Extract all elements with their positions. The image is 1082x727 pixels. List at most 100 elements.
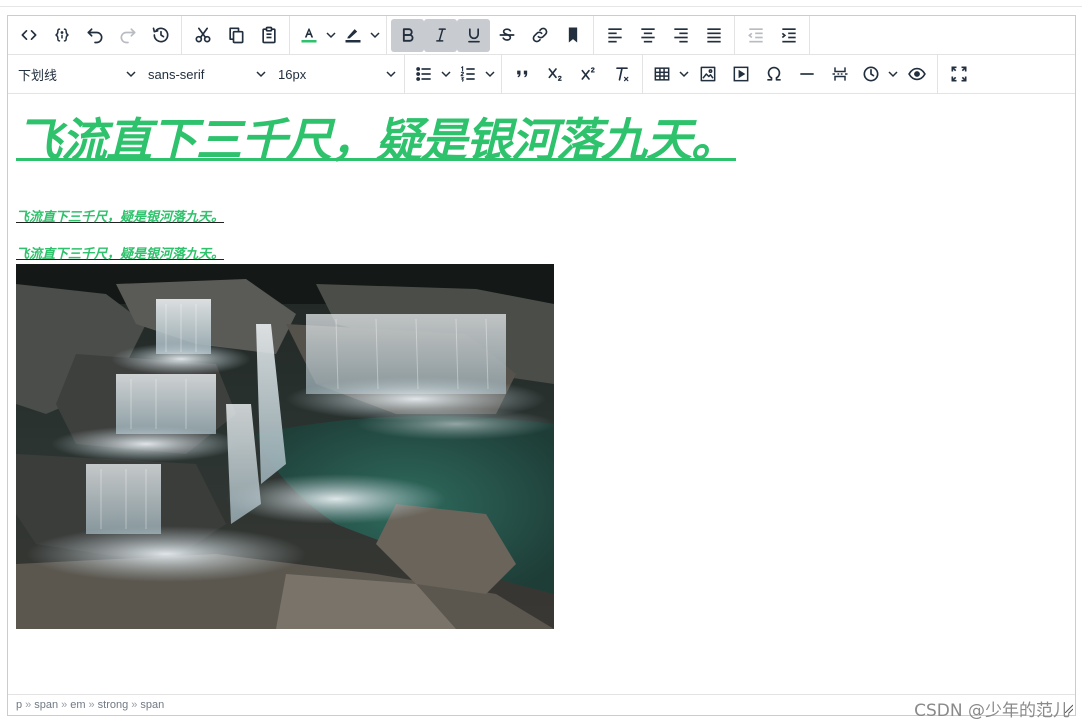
font-size-select[interactable]: 16px — [270, 58, 400, 91]
insert-media-button[interactable] — [724, 58, 757, 91]
chevron-down-icon — [485, 71, 495, 78]
code-sample-button[interactable] — [45, 19, 78, 52]
link-icon — [532, 27, 547, 43]
image-icon — [700, 66, 715, 82]
path-element-span[interactable]: span — [34, 699, 58, 711]
align-left-icon — [607, 28, 622, 43]
indent-button[interactable] — [772, 19, 805, 52]
paragraph-text[interactable]: 飞流直下三千尺，疑是银河落九天。 — [16, 243, 224, 262]
csdn-watermark: CSDN @少年的范儿 — [914, 701, 1070, 721]
chevron-down-icon — [326, 32, 336, 39]
quote-icon — [516, 70, 527, 78]
horizontal-line-icon — [799, 73, 814, 75]
horizontal-rule-button[interactable] — [790, 58, 823, 91]
toolbar-group-clipboard — [182, 16, 290, 54]
highlight-color-button[interactable] — [338, 19, 382, 52]
element-path: p» span» em» strong» span — [16, 699, 164, 711]
toolbar-group-align — [594, 16, 735, 54]
toolbar-group-format — [387, 16, 594, 54]
path-element-strong[interactable]: strong — [98, 699, 129, 711]
indent-icon — [781, 28, 796, 43]
page-break-button[interactable] — [823, 58, 856, 91]
align-center-icon — [640, 28, 655, 43]
preview-button[interactable] — [900, 58, 933, 91]
path-separator: » — [88, 699, 95, 711]
strikethrough-button[interactable] — [490, 19, 523, 52]
align-right-icon — [673, 28, 688, 43]
special-character-button[interactable] — [757, 58, 790, 91]
clock-icon — [863, 66, 879, 82]
anchor-button[interactable] — [556, 19, 589, 52]
chevron-down-icon — [386, 71, 396, 78]
link-button[interactable] — [523, 19, 556, 52]
justify-icon — [706, 28, 721, 43]
toolbar-row-secondary: 下划线 sans-serif 16px — [8, 55, 1075, 94]
history-icon — [152, 27, 168, 43]
toolbar-group-source — [8, 16, 182, 54]
paragraph-text[interactable]: 飞流直下三千尺，疑是银河落九天。 — [16, 206, 224, 225]
editor-content-area[interactable]: 飞流直下三千尺，疑是银河落九天。 飞流直下三千尺，疑是银河落九天。 飞流直下三千… — [8, 94, 1075, 695]
toolbar-group-inline — [502, 55, 643, 93]
align-right-button[interactable] — [664, 19, 697, 52]
source-code-button[interactable] — [12, 19, 45, 52]
bold-icon — [402, 28, 413, 42]
undo-icon — [87, 28, 102, 44]
eye-icon — [907, 67, 926, 81]
superscript-button[interactable] — [572, 58, 605, 91]
highlighter-icon — [345, 29, 361, 43]
path-element-p[interactable]: p — [16, 699, 22, 711]
superscript-icon — [581, 67, 595, 80]
copy-button[interactable] — [219, 19, 252, 52]
font-family-value: sans-serif — [148, 66, 205, 82]
insert-datetime-button[interactable] — [856, 58, 900, 91]
toolbar-group-insert — [643, 55, 938, 93]
bullet-list-button[interactable] — [409, 58, 453, 91]
undo-button[interactable] — [78, 19, 111, 52]
cut-button[interactable] — [186, 19, 219, 52]
chevron-down-icon — [370, 32, 380, 39]
waterfall-image-graphic — [16, 264, 554, 629]
bookmark-icon — [568, 27, 577, 43]
strikethrough-icon — [499, 28, 514, 41]
block-format-select[interactable]: 下划线 — [10, 58, 140, 91]
page-break-icon — [832, 67, 847, 81]
fullscreen-button[interactable] — [942, 58, 975, 91]
table-icon — [654, 67, 670, 81]
chevron-down-icon — [441, 71, 451, 78]
text-color-button[interactable] — [294, 19, 338, 52]
paste-button[interactable] — [252, 19, 285, 52]
bullet-list-icon — [416, 67, 431, 81]
omega-icon — [766, 66, 781, 81]
align-left-button[interactable] — [598, 19, 631, 52]
bold-button[interactable] — [391, 18, 424, 52]
justify-button[interactable] — [697, 19, 730, 52]
heading-text[interactable]: 飞流直下三千尺，疑是银河落九天。 — [16, 112, 737, 168]
path-element-span[interactable]: span — [140, 699, 164, 711]
italic-button[interactable] — [424, 18, 457, 52]
scissors-icon — [195, 27, 210, 43]
numbered-list-button[interactable] — [453, 58, 497, 91]
underline-icon — [467, 28, 480, 43]
align-center-button[interactable] — [631, 19, 664, 52]
subscript-button[interactable] — [539, 58, 572, 91]
toolbar-group-indent — [735, 16, 810, 54]
insert-image-button[interactable] — [691, 58, 724, 91]
blockquote-button[interactable] — [506, 58, 539, 91]
path-element-em[interactable]: em — [70, 699, 85, 711]
clear-format-icon — [615, 67, 628, 82]
toolbar-row-primary — [8, 16, 1075, 55]
underline-button[interactable] — [457, 18, 490, 52]
toolbar-group-lists — [405, 55, 502, 93]
outdent-icon — [747, 28, 763, 43]
toolbar-group-selects: 下划线 sans-serif 16px — [8, 55, 405, 93]
redo-icon — [120, 28, 135, 44]
restore-draft-button[interactable] — [144, 19, 177, 52]
waterfall-image[interactable] — [16, 264, 554, 629]
font-family-select[interactable]: sans-serif — [140, 58, 270, 91]
redo-button[interactable] — [111, 19, 144, 52]
outdent-button[interactable] — [739, 19, 772, 52]
chevron-down-icon — [679, 71, 689, 78]
table-button[interactable] — [647, 58, 691, 91]
clear-formatting-button[interactable] — [605, 58, 638, 91]
page-top-rule — [0, 6, 1082, 7]
